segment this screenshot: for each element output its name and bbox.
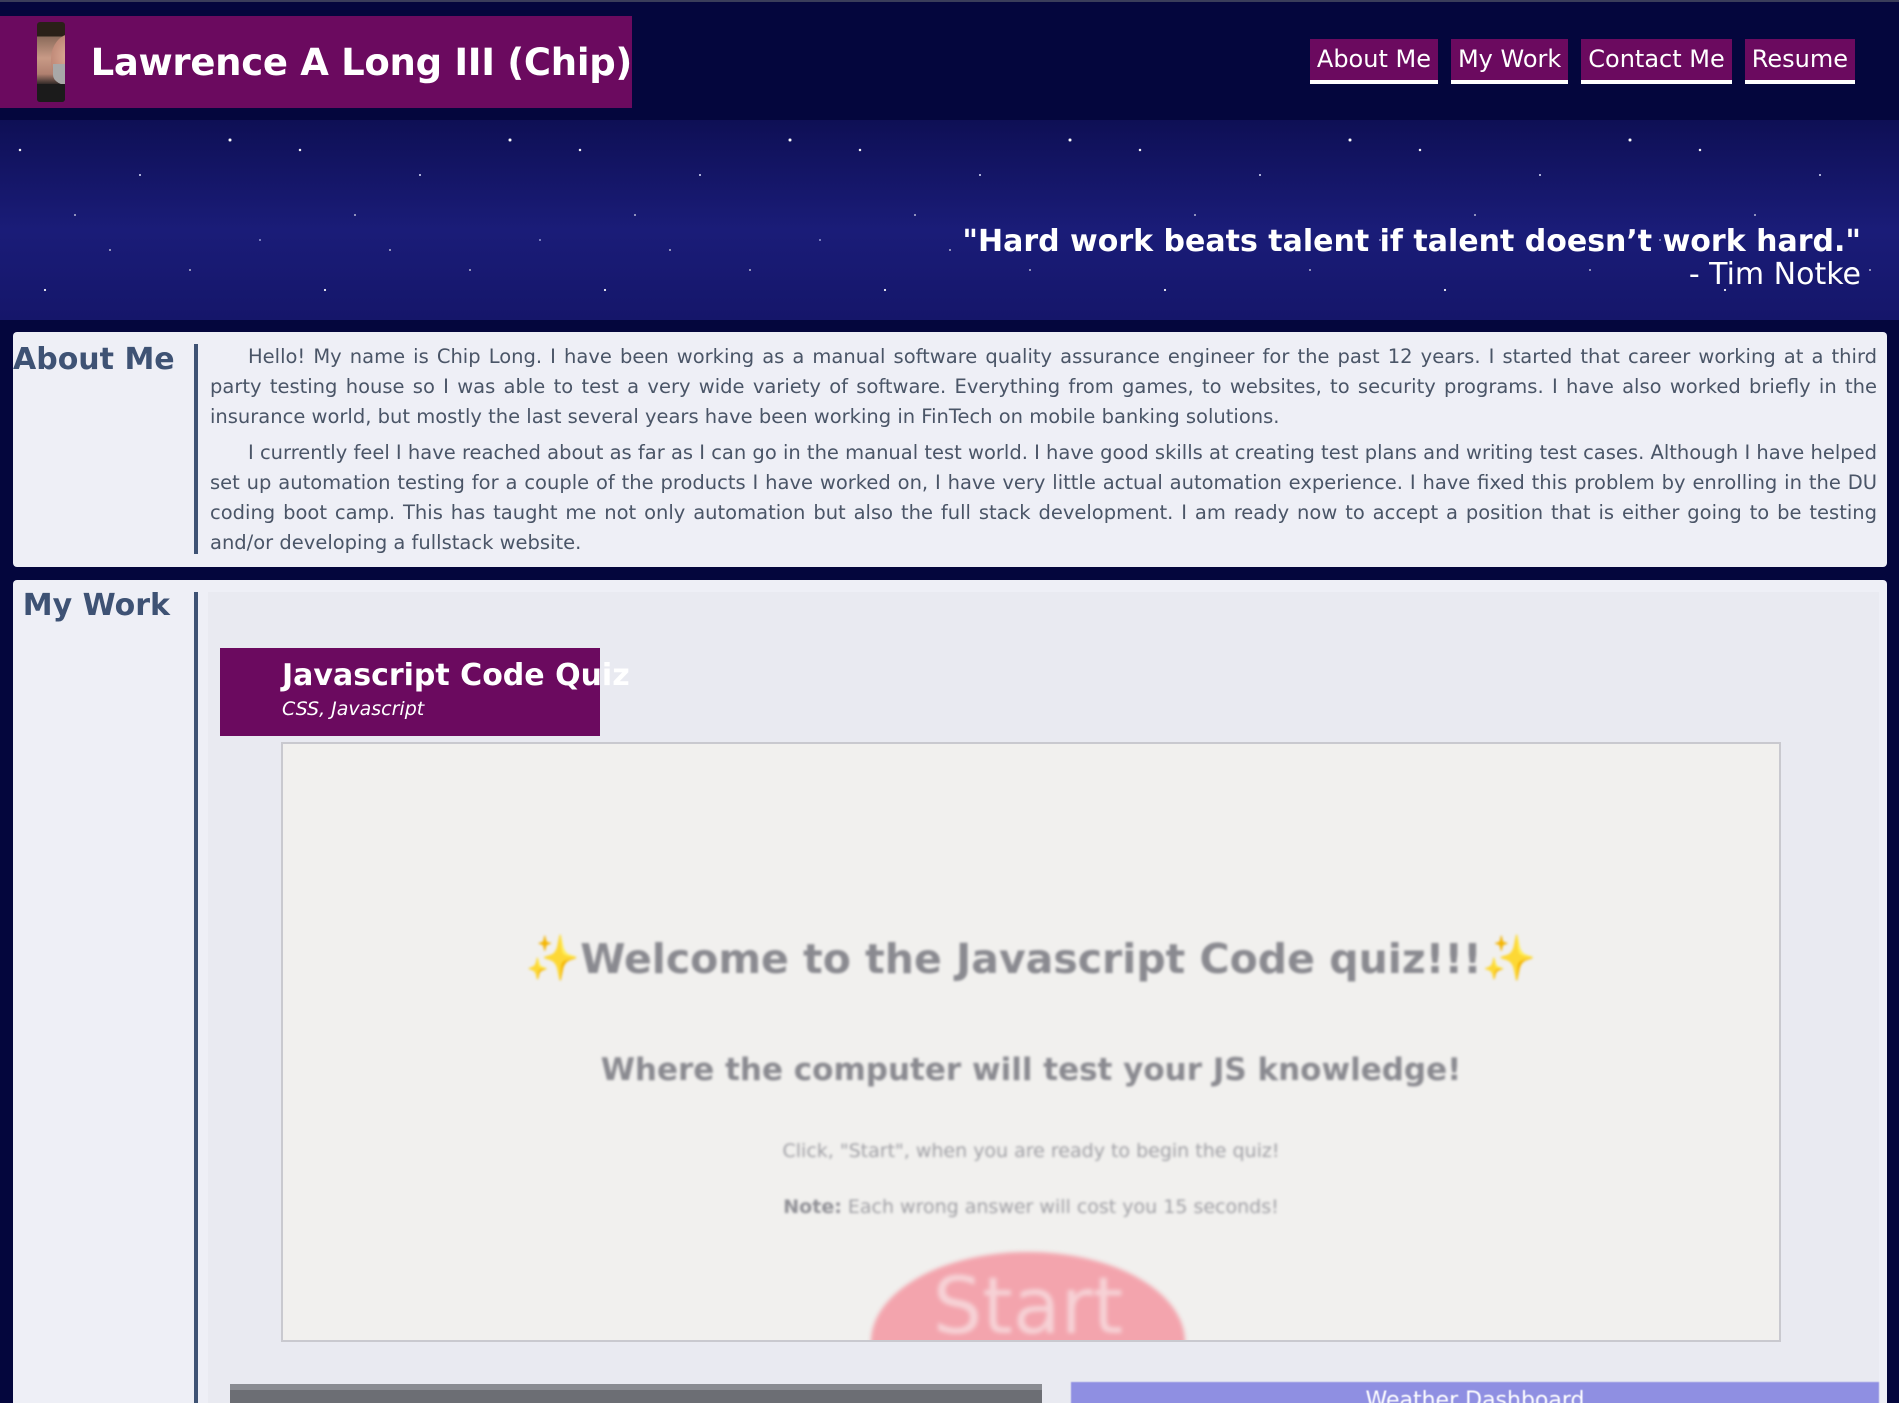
preview-note-label: Note:: [783, 1196, 842, 1218]
about-paragraph-1: Hello! My name is Chip Long. I have been…: [210, 345, 1877, 428]
avatar: [37, 22, 65, 102]
work-section: My Work Javascript Code Quiz CSS, Javasc…: [13, 580, 1887, 1403]
preview-instructions: Click, "Start", when you are ready to be…: [782, 1140, 1280, 1162]
site-header: Lawrence A Long III (Chip) About Me My W…: [0, 2, 1899, 120]
preview-subtitle: Where the computer will test your JS kno…: [600, 1052, 1462, 1088]
preview-note-text: Each wrong answer will cost you 15 secon…: [847, 1196, 1279, 1218]
preview-note: Note: Each wrong answer will cost you 15…: [283, 1196, 1779, 1218]
quote-text: "Hard work beats talent if talent doesn’…: [962, 224, 1861, 259]
about-text: Hello! My name is Chip Long. I have been…: [210, 342, 1877, 564]
about-paragraph-2: I currently feel I have reached about as…: [210, 441, 1877, 554]
about-heading: About Me: [13, 342, 175, 377]
preview-title: ✨Welcome to the Javascript Code quiz!!!✨: [283, 932, 1779, 984]
brand-banner: Lawrence A Long III (Chip): [0, 16, 632, 108]
avatar-shirt: [37, 84, 65, 102]
avatar-beard: [53, 64, 65, 86]
work-heading: My Work: [22, 588, 170, 623]
nav-about-me[interactable]: About Me: [1309, 39, 1438, 84]
nav-my-work[interactable]: My Work: [1450, 39, 1569, 84]
site-title: Lawrence A Long III (Chip): [90, 40, 633, 84]
weather-dashboard-thumbnail[interactable]: Weather Dashboard: [1071, 1382, 1879, 1403]
project-title: Javascript Code Quiz: [282, 658, 630, 693]
hero-banner: "Hard work beats talent if talent doesn’…: [0, 120, 1899, 320]
nav-contact-me[interactable]: Contact Me: [1581, 39, 1732, 84]
project-card[interactable]: Javascript Code Quiz CSS, Javascript ✨We…: [208, 592, 1879, 1403]
quote-author: - Tim Notke: [1688, 257, 1861, 292]
about-section: About Me Hello! My name is Chip Long. I …: [13, 332, 1887, 567]
preview-start-button: Start: [871, 1252, 1185, 1340]
nav-resume[interactable]: Resume: [1744, 39, 1855, 84]
project-preview-image[interactable]: ✨Welcome to the Javascript Code quiz!!!✨…: [281, 742, 1781, 1342]
preview-title-text: Welcome to the Javascript Code quiz!!!: [580, 935, 1482, 983]
project-label[interactable]: Javascript Code Quiz CSS, Javascript: [220, 648, 630, 736]
sparkle-icon: ✨: [525, 933, 581, 984]
main-nav: About Me My Work Contact Me Resume: [1309, 39, 1855, 84]
hero-quote: "Hard work beats talent if talent doesn’…: [962, 224, 1861, 292]
project-tech: CSS, Javascript: [282, 698, 425, 720]
next-project-thumbnail[interactable]: [230, 1384, 1042, 1403]
about-divider: [194, 344, 198, 554]
sparkle-icon: ✨: [1481, 933, 1537, 984]
work-divider: [194, 592, 198, 1403]
